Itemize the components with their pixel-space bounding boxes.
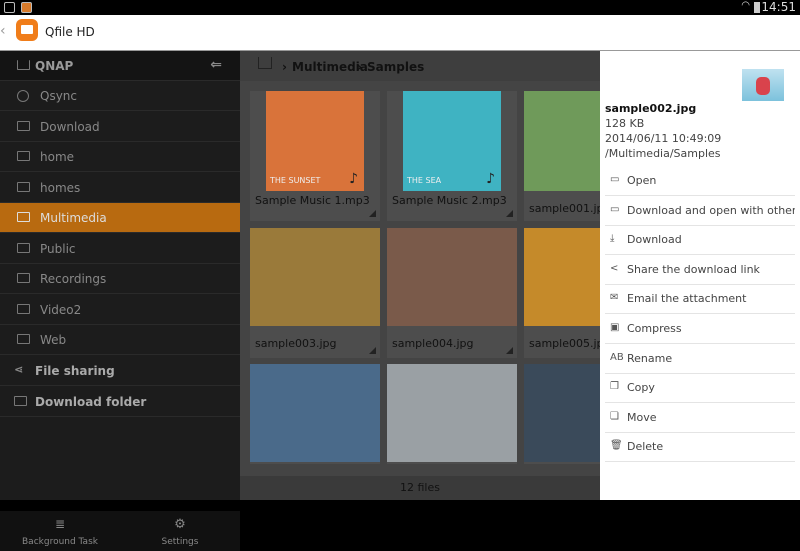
- sidebar-item-qsync[interactable]: Qsync: [0, 81, 240, 111]
- file-menu-icon[interactable]: [506, 210, 513, 217]
- compress-icon: ▣: [610, 322, 620, 333]
- sidebar-item-recordings[interactable]: Recordings: [0, 264, 240, 294]
- folder-open-icon: ▭: [610, 174, 620, 185]
- action-email-the[interactable]: ✉ Email the attachment: [605, 284, 795, 315]
- file-name: Sample Music 1.mp3: [255, 194, 370, 207]
- action-compress[interactable]: ▣ Compress: [605, 314, 795, 344]
- copy-icon: ❐: [610, 381, 619, 393]
- file-size: 128 KB: [605, 117, 645, 130]
- qsync-icon: [17, 90, 29, 102]
- sidebar: QNAP ⇐ Qsync Download home homes Multimedia P…: [0, 51, 240, 551]
- folder-icon: [17, 273, 30, 283]
- folder-icon: [17, 334, 30, 344]
- app-title: Qfile HD: [45, 25, 95, 39]
- download-icon: ⤓: [610, 233, 615, 245]
- file-thumbnail: THE SEA ♪: [403, 91, 501, 191]
- file-date: 2014/06/11 10:49:09: [605, 132, 722, 145]
- file-thumbnail: [387, 364, 517, 462]
- action-download[interactable]: ⤓ Download: [605, 225, 795, 256]
- wifi-icon: ◠: [741, 0, 750, 11]
- gallery-notification-icon: [4, 2, 15, 13]
- action-download-and[interactable]: ▭Download and open with other apps: [605, 196, 795, 226]
- status-bar: ◠ 14:51: [0, 0, 800, 15]
- background-task-button[interactable]: ≣ Background Task: [10, 517, 110, 547]
- folder-icon: [17, 151, 30, 161]
- folder-icon: [17, 120, 30, 131]
- sidebar-item-home[interactable]: home: [0, 142, 240, 172]
- sidebar-item-web[interactable]: Web: [0, 325, 240, 355]
- file-count: 12 files: [240, 476, 600, 500]
- action-rename[interactable]: AB Rename: [605, 344, 795, 374]
- share-icon: <: [610, 262, 619, 274]
- file-name: sample001.jpg: [529, 202, 611, 215]
- music-note-icon: ♪: [349, 171, 358, 187]
- file-menu-icon[interactable]: [369, 347, 376, 354]
- file-tile[interactable]: sample004.jpg: [387, 228, 517, 358]
- file-tile[interactable]: THE SUNSET ♪ Sample Music 1.mp3: [250, 91, 380, 221]
- home-icon[interactable]: [258, 57, 272, 69]
- file-thumbnail: THE SUNSET ♪: [266, 91, 364, 191]
- file-thumbnail: [250, 364, 380, 462]
- file-name: sample005.jpg: [529, 337, 611, 350]
- file-name: Sample Music 2.mp3: [392, 194, 507, 207]
- file-details-panel: sample002.jpg 128 KB 2014/06/11 10:49:09…: [600, 51, 800, 500]
- sidebar-file-sharing[interactable]: ⋖ File sharing: [0, 356, 240, 386]
- app-bar: ‹ Qfile HD: [0, 15, 800, 51]
- folder-icon: [17, 181, 30, 192]
- file-tile[interactable]: THE SEA ♪ Sample Music 2.mp3: [387, 91, 517, 221]
- home-icon: [17, 60, 30, 70]
- sidebar-item-homes[interactable]: homes: [0, 173, 240, 203]
- action-move[interactable]: ❏ Move: [605, 403, 795, 433]
- share-icon: ⋖: [14, 363, 24, 376]
- folder-icon: [17, 212, 30, 222]
- file-path: /Multimedia/Samples: [605, 147, 721, 160]
- rename-icon: AB: [610, 351, 624, 363]
- sidebar-item-multimedia[interactable]: Multimedia: [0, 203, 240, 233]
- qfile-notification-icon: [21, 2, 32, 13]
- sidebar-item-video2[interactable]: Video2: [0, 295, 240, 325]
- folder-icon: [17, 242, 30, 253]
- sidebar-item-download[interactable]: Download: [0, 112, 240, 142]
- folder-icon: [17, 303, 30, 314]
- settings-button[interactable]: ⚙ Settings: [130, 517, 230, 547]
- bottom-bar: ≣ Background Task ⚙ Settings: [0, 511, 240, 551]
- clock: 14:51: [761, 0, 796, 14]
- action-copy[interactable]: ❐ Copy: [605, 373, 795, 404]
- breadcrumb: › Multimedia › Samples: [240, 51, 600, 81]
- action-delete[interactable]: 🗑 Delete: [605, 432, 795, 463]
- move-icon: ❏: [610, 410, 619, 422]
- qfile-logo[interactable]: [16, 19, 38, 41]
- gear-icon: ⚙: [174, 517, 186, 532]
- trash-icon: 🗑: [610, 440, 623, 452]
- back-icon[interactable]: ‹: [0, 23, 6, 39]
- file-thumbnail: [387, 228, 517, 326]
- file-thumbnail: [742, 69, 784, 101]
- file-tile[interactable]: [387, 364, 517, 464]
- file-name: sample003.jpg: [255, 337, 337, 350]
- download-folder-icon: [14, 396, 27, 406]
- music-note-icon: ♪: [486, 171, 495, 187]
- download-open-icon: ▭: [610, 203, 620, 215]
- action-share-the[interactable]: < Share the download link: [605, 255, 795, 285]
- battery-icon: [754, 2, 760, 13]
- task-icon: ≣: [54, 517, 66, 531]
- sidebar-download-folder[interactable]: Download folder: [0, 387, 240, 417]
- sidebar-item-public[interactable]: Public: [0, 234, 240, 264]
- logout-icon[interactable]: ⇐: [210, 57, 222, 73]
- sidebar-server-qnap[interactable]: QNAP ⇐: [0, 51, 240, 81]
- file-tile[interactable]: sample003.jpg: [250, 228, 380, 358]
- action-open[interactable]: ▭ Open: [605, 166, 795, 196]
- file-thumbnail: [250, 228, 380, 326]
- email-icon: ✉: [610, 292, 619, 304]
- file-menu-icon[interactable]: [369, 210, 376, 217]
- file-name: sample004.jpg: [392, 337, 474, 350]
- file-tile[interactable]: [250, 364, 380, 464]
- file-menu-icon[interactable]: [506, 347, 513, 354]
- file-browser: › Multimedia › Samples THE SUNSET ♪ Sample…: [240, 51, 654, 500]
- file-name: sample002.jpg: [605, 102, 697, 115]
- breadcrumb-samples[interactable]: Samples: [367, 60, 424, 74]
